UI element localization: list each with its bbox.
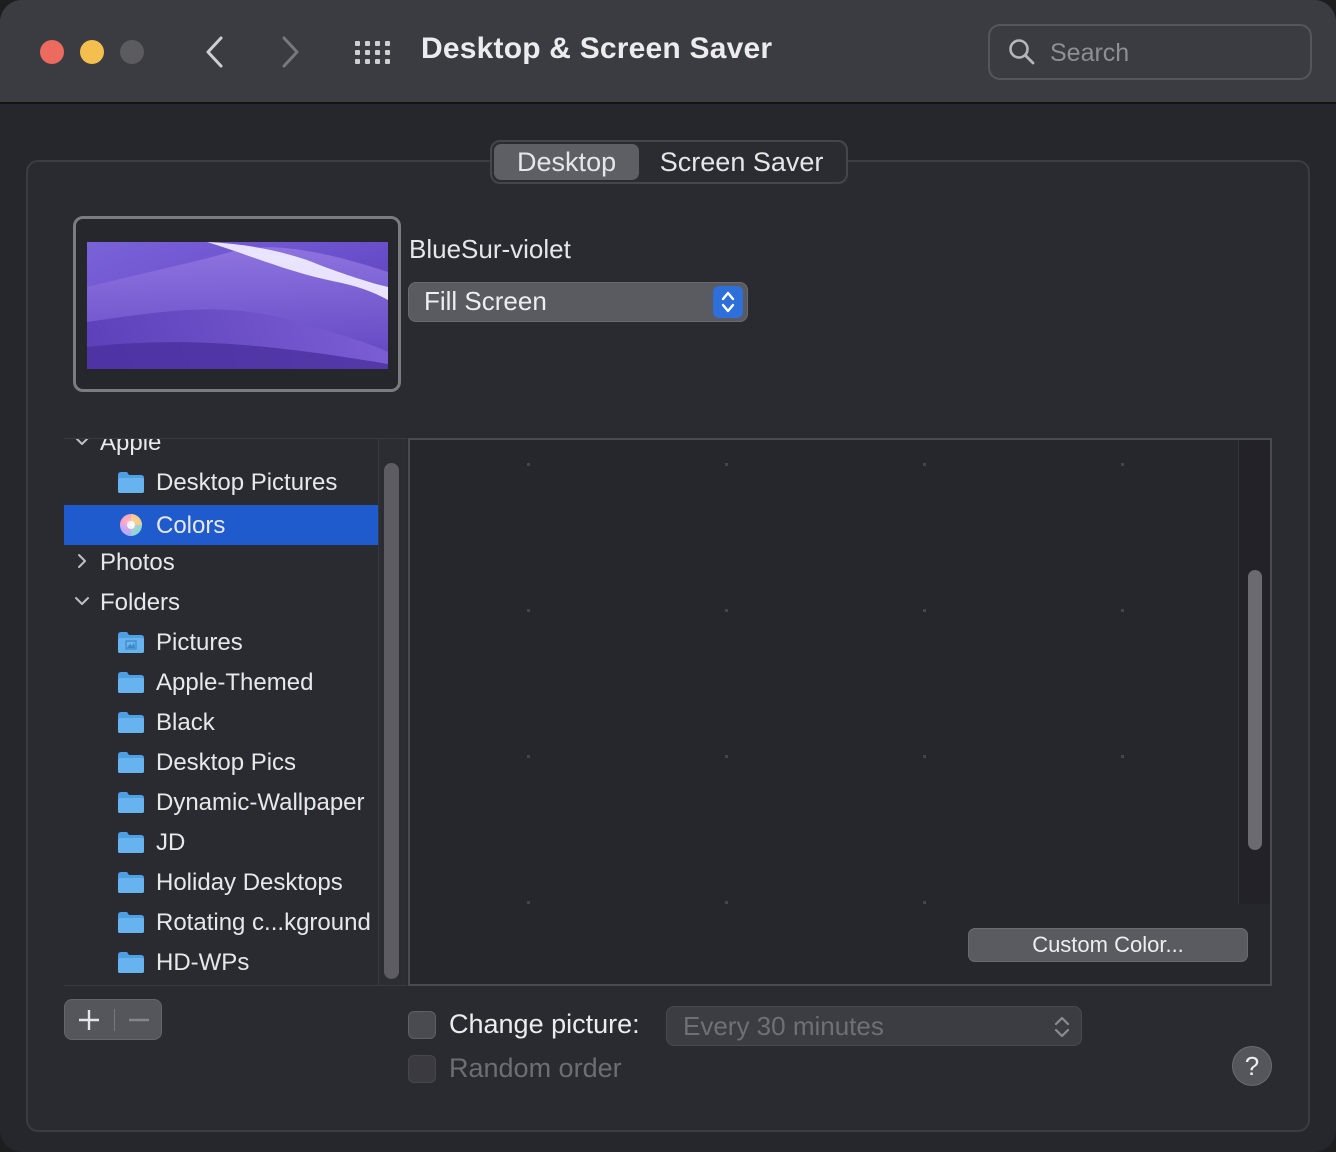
folder-icon — [118, 712, 144, 733]
search-input[interactable] — [1050, 36, 1290, 70]
back-button[interactable] — [195, 30, 235, 74]
sidebar-item-label: Folders — [100, 589, 181, 616]
grid-dot — [725, 609, 728, 612]
sidebar-item-jd[interactable]: JD — [64, 822, 378, 862]
sidebar-item-desktop-pics[interactable]: Desktop Pics — [64, 742, 378, 782]
show-all-button[interactable] — [351, 34, 393, 70]
sidebar-item-label: Apple — [100, 438, 162, 456]
sidebar-item-label: HD-WPs — [156, 949, 250, 976]
popup-stepper-icon — [713, 286, 743, 318]
sidebar-item-apple-themed[interactable]: Apple-Themed — [64, 662, 378, 702]
sidebar-item-pictures[interactable]: Pictures — [64, 622, 378, 662]
color-wheel-icon — [120, 514, 142, 536]
plus-icon — [79, 1010, 99, 1030]
tab-screen-saver[interactable]: Screen Saver — [639, 144, 844, 180]
chevron-down-icon — [75, 439, 89, 445]
help-button[interactable]: ? — [1232, 1046, 1272, 1086]
grid-dot — [527, 755, 530, 758]
random-order-label: Random order — [449, 1053, 622, 1083]
grid-dot — [527, 463, 530, 466]
fit-option-popup[interactable]: Fill Screen — [408, 282, 748, 322]
random-order-checkbox[interactable] — [408, 1055, 436, 1083]
grid-dot — [923, 609, 926, 612]
sidebar-item-label: Desktop Pictures — [156, 469, 338, 496]
source-list[interactable]: Apple Desktop Pictures Colors Photos Fol… — [64, 438, 407, 986]
search-icon — [1009, 39, 1035, 65]
remove-folder-button[interactable] — [115, 1000, 163, 1040]
grid-dot — [923, 463, 926, 466]
window-title: Desktop & Screen Saver — [421, 32, 773, 65]
folder-icon — [118, 792, 144, 813]
grid-dot — [527, 901, 530, 904]
sidebar-item-folders[interactable]: Folders — [64, 582, 378, 622]
minimize-button[interactable] — [80, 40, 104, 64]
chevron-left-icon — [206, 36, 223, 68]
popup-stepper-icon — [1054, 1016, 1070, 1038]
sidebar-item-rotating-background[interactable]: Rotating c...kground — [64, 902, 378, 942]
preferences-window: Desktop & Screen Saver Desktop Screen Sa… — [0, 0, 1336, 1152]
grid-dot — [1121, 755, 1124, 758]
grid-dot — [1121, 463, 1124, 466]
sidebar-item-label: Holiday Desktops — [156, 869, 343, 896]
sidebar-item-label: Black — [156, 709, 215, 736]
sidebar-item-photos[interactable]: Photos — [64, 542, 378, 582]
picture-grid[interactable]: Custom Color... — [408, 438, 1272, 986]
folder-icon — [118, 952, 144, 973]
folder-icon — [118, 872, 144, 893]
add-remove-control — [64, 999, 162, 1040]
sidebar-item-label: Desktop Pics — [156, 749, 297, 776]
close-button[interactable] — [40, 40, 64, 64]
pictures-folder-icon — [118, 632, 144, 653]
picture-grid-scroll-thumb[interactable] — [1248, 570, 1262, 850]
titlebar: Desktop & Screen Saver — [0, 0, 1336, 104]
sidebar-item-apple[interactable]: Apple — [64, 438, 378, 462]
source-list-scroll-thumb[interactable] — [384, 463, 399, 979]
wallpaper-preview-image — [87, 242, 388, 369]
wallpaper-name: BlueSur-violet — [409, 234, 571, 264]
sidebar-item-label: Apple-Themed — [156, 669, 314, 696]
sidebar-item-label: Pictures — [156, 629, 243, 656]
sidebar-item-hd-wps[interactable]: HD-WPs — [64, 942, 378, 982]
grid-dot — [725, 901, 728, 904]
tab-segmented-control: Desktop Screen Saver — [490, 140, 848, 184]
sidebar-item-label: JD — [156, 829, 186, 856]
change-picture-checkbox[interactable] — [408, 1011, 436, 1039]
folder-icon — [118, 672, 144, 693]
folder-icon — [118, 832, 144, 853]
search-field[interactable] — [988, 24, 1312, 80]
grid-dot — [1121, 609, 1124, 612]
change-picture-label: Change picture: — [449, 1009, 640, 1039]
folder-icon — [118, 472, 144, 493]
grid-icon — [354, 40, 360, 46]
folder-icon — [118, 912, 144, 933]
sidebar-item-dynamic-wallpaper[interactable]: Dynamic-Wallpaper — [64, 782, 378, 822]
custom-color-button[interactable]: Custom Color... — [968, 928, 1248, 962]
grid-dot — [725, 463, 728, 466]
minus-icon — [129, 1018, 149, 1022]
tab-desktop[interactable]: Desktop — [494, 144, 640, 180]
chevron-right-icon — [282, 36, 299, 68]
zoom-button[interactable] — [120, 40, 144, 64]
sidebar-item-label: Photos — [100, 549, 175, 576]
grid-dot — [527, 609, 530, 612]
change-interval-value: Every 30 minutes — [683, 1011, 884, 1041]
sidebar-item-colors[interactable]: Colors — [64, 505, 378, 545]
wallpaper-preview — [73, 216, 401, 392]
fit-option-value: Fill Screen — [424, 286, 547, 316]
chevron-down-icon — [75, 597, 89, 605]
sidebar-item-label: Rotating c...kground — [156, 909, 371, 936]
add-folder-button[interactable] — [65, 1000, 113, 1040]
sidebar-item-label: Dynamic-Wallpaper — [156, 789, 365, 816]
sidebar-item-holiday-desktops[interactable]: Holiday Desktops — [64, 862, 378, 902]
sidebar-item-label: Colors — [156, 512, 226, 539]
sidebar-item-black[interactable]: Black — [64, 702, 378, 742]
grid-dot — [923, 901, 926, 904]
change-interval-popup[interactable]: Every 30 minutes — [666, 1006, 1082, 1046]
grid-dot — [725, 755, 728, 758]
chevron-right-icon — [78, 554, 86, 568]
sidebar-item-desktop-pictures[interactable]: Desktop Pictures — [64, 462, 378, 502]
grid-dot — [923, 755, 926, 758]
folder-icon — [118, 752, 144, 773]
forward-button[interactable] — [270, 30, 310, 74]
